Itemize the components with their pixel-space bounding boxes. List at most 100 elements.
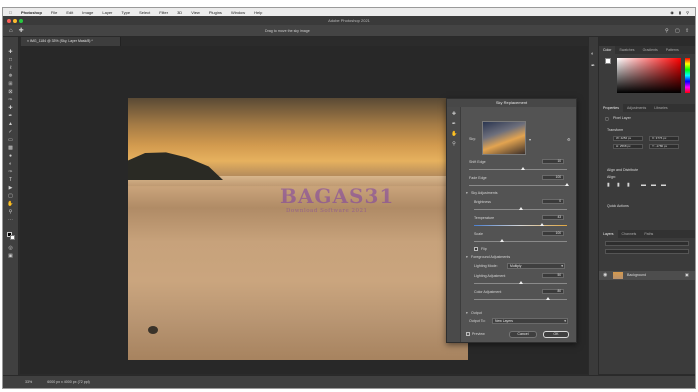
lighting-adjustment-slider[interactable] (474, 281, 567, 284)
battery-icon[interactable]: ▮ (679, 10, 681, 15)
sky-brush-tool-icon[interactable]: ✒ (451, 121, 457, 127)
menu-type[interactable]: Type (121, 10, 130, 15)
color-adjustment-input[interactable]: 80 (542, 289, 564, 294)
tab-patterns[interactable]: Patterns (662, 46, 683, 54)
fade-edge-slider[interactable] (469, 183, 569, 186)
crop-tool-icon[interactable]: ⊞ (7, 81, 14, 87)
brush-panel-icon[interactable]: ✒ (591, 63, 595, 69)
pen-tool-icon[interactable]: ✑ (7, 169, 14, 175)
foreground-adjustments-chevron-icon[interactable]: ▾ (466, 255, 468, 259)
minimize-window-button[interactable] (13, 18, 17, 23)
search-icon[interactable]: ⚲ (665, 28, 669, 34)
scale-slider-thumb[interactable] (499, 239, 504, 242)
lighting-adjustment-input[interactable]: 50 (542, 273, 564, 278)
blend-mode-bar[interactable] (605, 249, 689, 254)
tab-color[interactable]: Color (599, 46, 616, 54)
color-picker-field[interactable] (617, 58, 681, 93)
eraser-tool-icon[interactable]: ▭ (7, 137, 14, 143)
width-field[interactable]: W: 4256 px (613, 136, 643, 141)
frame-tool-icon[interactable]: ⊠ (7, 89, 14, 95)
tab-layers[interactable]: Layers (599, 230, 618, 238)
beach-photo-canvas[interactable]: BAGAS31 Download Software 2021 (128, 98, 468, 360)
close-window-button[interactable] (7, 18, 11, 23)
more-tools-icon[interactable]: ⋯ (7, 217, 14, 223)
zoom-tool-icon[interactable]: ⚲ (451, 141, 457, 147)
marquee-tool-icon[interactable]: □ (7, 57, 14, 63)
color-adjustment-slider[interactable] (474, 297, 567, 300)
hand-tool-icon[interactable]: ✋ (7, 201, 14, 207)
shape-tool-icon[interactable]: ▢ (7, 193, 14, 199)
menu-window[interactable]: Window (231, 10, 245, 15)
lasso-tool-icon[interactable]: ℓ (7, 65, 14, 71)
home-icon[interactable]: ⌂ (9, 28, 13, 34)
fg-color-swatch[interactable] (605, 58, 611, 64)
blur-tool-icon[interactable]: ● (7, 153, 14, 159)
lighting-adjustment-slider-thumb[interactable] (518, 281, 523, 284)
align-center-icon[interactable]: ▮ (617, 182, 620, 188)
eyedropper-tool-icon[interactable]: ✑ (7, 97, 14, 103)
document-tab[interactable]: × IMG_1184 @ 33% (Sky, Layer Mask/8) * (21, 37, 121, 46)
eye-icon[interactable]: ◉ (603, 272, 607, 278)
x-field[interactable]: X: 3776 px (649, 136, 679, 141)
sky-adjustments-chevron-icon[interactable]: ▾ (466, 191, 468, 195)
output-to-select[interactable]: New Layers ▾ (492, 318, 568, 324)
menu-file[interactable]: File (51, 10, 57, 15)
align-right-icon[interactable]: ▮ (627, 182, 630, 188)
align-bottom-icon[interactable]: ▬ (661, 182, 666, 188)
menu-view[interactable]: View (191, 10, 200, 15)
dodge-tool-icon[interactable]: ◐ (7, 161, 14, 167)
hand-tool-icon[interactable]: ✋ (451, 131, 457, 137)
wifi-icon[interactable]: ◉ (670, 10, 674, 15)
temperature-slider[interactable] (474, 223, 567, 226)
y-field[interactable]: Y: -1780 px (649, 144, 679, 149)
scale-input[interactable]: 100 (542, 231, 564, 236)
tab-adjustments[interactable]: Adjustments (623, 104, 650, 112)
layer-filter-bar[interactable] (605, 241, 689, 246)
move-tool-icon[interactable]: ✚ (7, 49, 14, 55)
history-panel-icon[interactable]: ◐ (591, 51, 594, 57)
quick-mask-icon[interactable]: ◎ (7, 245, 14, 251)
menu-select[interactable]: Select (139, 10, 150, 15)
align-middle-icon[interactable]: ▬ (651, 182, 656, 188)
brush-tool-icon[interactable]: ✒ (7, 113, 14, 119)
shift-edge-input[interactable]: 10 (542, 159, 564, 164)
preview-checkbox[interactable] (466, 332, 470, 336)
tab-channels[interactable]: Channels (618, 230, 641, 238)
align-left-icon[interactable]: ▮ (607, 182, 610, 188)
stamp-tool-icon[interactable]: ▲ (7, 121, 14, 127)
output-chevron-icon[interactable]: ▾ (466, 311, 468, 315)
scale-slider[interactable] (474, 239, 567, 242)
height-field[interactable]: H: 2568 px (613, 144, 643, 149)
lighting-mode-select[interactable]: Multiply ▾ (507, 263, 565, 269)
document-info[interactable]: 6000 px x 4000 px (72 ppi) (47, 380, 90, 384)
shift-edge-slider[interactable] (469, 167, 567, 170)
tab-libraries[interactable]: Libraries (650, 104, 671, 112)
flip-checkbox[interactable] (474, 247, 478, 251)
tab-paths[interactable]: Paths (640, 230, 657, 238)
hue-slider[interactable] (685, 58, 690, 93)
apple-icon[interactable]:  (9, 10, 12, 15)
sky-preset-thumbnail[interactable] (482, 121, 526, 155)
color-adjustment-slider-thumb[interactable] (546, 297, 551, 300)
menu-filter[interactable]: Filter (159, 10, 168, 15)
sky-settings-gear-icon[interactable]: ⚙ (567, 137, 571, 142)
menu-3d[interactable]: 3D (177, 10, 182, 15)
align-top-icon[interactable]: ▬ (641, 182, 646, 188)
temperature-slider-thumb[interactable] (539, 223, 544, 226)
sky-dropdown-chevron-icon[interactable]: ▾ (529, 137, 531, 142)
tab-swatches[interactable]: Swatches (615, 46, 638, 54)
ok-button[interactable]: OK (543, 331, 569, 338)
quick-select-tool-icon[interactable]: ✵ (7, 73, 14, 79)
tab-properties[interactable]: Properties (599, 104, 623, 112)
healing-tool-icon[interactable]: ✚ (7, 105, 14, 111)
menu-app-name[interactable]: Photoshop (21, 10, 42, 15)
path-select-tool-icon[interactable]: ▶ (7, 185, 14, 191)
temperature-input[interactable]: 43 (542, 215, 564, 220)
brightness-slider[interactable] (474, 207, 567, 210)
menu-edit[interactable]: Edit (66, 10, 73, 15)
zoom-level[interactable]: 33% (25, 380, 32, 384)
layer-row[interactable]: ◉ Background ▣ (599, 271, 695, 280)
menu-plugins[interactable]: Plugins (209, 10, 222, 15)
menu-help[interactable]: Help (254, 10, 262, 15)
share-icon[interactable]: ⇧ (685, 28, 689, 34)
